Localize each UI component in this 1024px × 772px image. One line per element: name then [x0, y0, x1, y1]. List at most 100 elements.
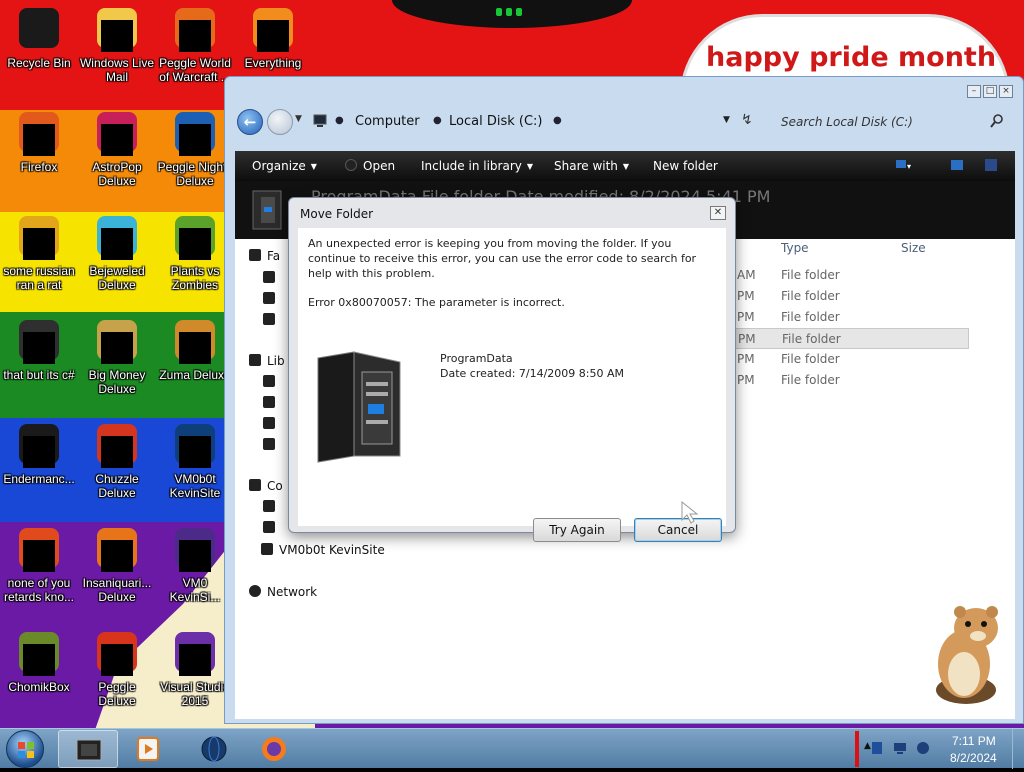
file-row[interactable]: AM File folder	[731, 265, 969, 286]
show-desktop-button[interactable]	[1012, 729, 1024, 769]
redaction-box	[179, 436, 211, 468]
search-input[interactable]: Search Local Disk (C:)	[773, 110, 1013, 134]
dialog-close-button[interactable]: ✕	[710, 206, 726, 220]
refresh-icon[interactable]: ↯	[741, 112, 753, 128]
desktop-icon[interactable]: Firefox	[0, 110, 78, 174]
breadcrumb-separator-icon[interactable]: ●	[553, 115, 562, 126]
try-again-button[interactable]: Try Again	[533, 518, 621, 542]
library-item-icon[interactable]	[263, 417, 275, 429]
desktop-icon[interactable]: ChomikBox	[0, 630, 78, 694]
desktop-icon[interactable]: Zuma Deluxe	[156, 318, 234, 382]
drive-icon[interactable]	[263, 521, 275, 533]
computer-icon	[313, 114, 327, 127]
desktop-icon[interactable]: Big Money Deluxe	[78, 318, 156, 396]
include-in-library-menu[interactable]: Include in library ▼	[421, 159, 533, 173]
desktop-icon-label: Endermanc...	[3, 472, 75, 486]
change-view-icon[interactable]: ▾	[895, 158, 911, 172]
open-button[interactable]: Open	[363, 159, 395, 173]
network-status-icon[interactable]	[893, 741, 907, 755]
minimize-button[interactable]: –	[967, 85, 981, 98]
share-with-menu[interactable]: Share with ▼	[554, 159, 629, 173]
file-row[interactable]: PM File folder	[731, 328, 969, 349]
desktop-icon[interactable]: Chuzzle Deluxe	[78, 422, 156, 500]
app-icon	[93, 110, 141, 158]
desktop-icon[interactable]: VM0b0t KevinSite	[156, 422, 234, 500]
breadcrumb-local-disk[interactable]: Local Disk (C:)	[449, 114, 542, 129]
tray-app-icon[interactable]	[870, 741, 884, 755]
cancel-button[interactable]: Cancel	[634, 518, 722, 542]
preview-pane-icon[interactable]	[949, 158, 965, 172]
close-button[interactable]: ×	[999, 85, 1013, 98]
breadcrumb-computer[interactable]: Computer	[355, 114, 420, 129]
clock-time[interactable]: 7:11 PM	[952, 734, 996, 748]
app-icon	[93, 630, 141, 678]
globe-icon	[201, 736, 227, 762]
file-row[interactable]: PM File folder	[731, 307, 969, 328]
back-button[interactable]: ←	[237, 109, 263, 135]
new-folder-button[interactable]: New folder	[653, 159, 718, 173]
desktop-icon[interactable]: Plants vs Zombies	[156, 214, 234, 292]
favorites-item-icon[interactable]	[263, 313, 275, 325]
desktop-icon[interactable]: Everything	[234, 6, 312, 70]
app-icon	[93, 422, 141, 470]
drive-icon[interactable]	[263, 500, 275, 512]
library-item-icon[interactable]	[263, 375, 275, 387]
taskbar-firefox[interactable]	[244, 730, 304, 768]
maximize-button[interactable]: □	[983, 85, 997, 98]
file-date-suffix: PM	[737, 373, 755, 387]
nav-kevinsite[interactable]: VM0b0t KevinSite	[261, 543, 385, 557]
file-row[interactable]: PM File folder	[731, 349, 969, 370]
taskbar-explorer[interactable]	[58, 730, 118, 768]
breadcrumb-separator-icon[interactable]: ●	[335, 115, 344, 126]
favorites-item-icon[interactable]	[263, 292, 275, 304]
address-bar[interactable]: ● Computer ● Local Disk (C:) ●	[309, 110, 729, 134]
favorites-item-icon[interactable]	[263, 271, 275, 283]
help-icon[interactable]	[983, 158, 999, 172]
organize-menu[interactable]: Organize ▼	[252, 159, 317, 173]
desktop-icon[interactable]: VM0 KevinSi...	[156, 526, 234, 604]
desktop-icon[interactable]: Peggle World of Warcraft ...	[156, 6, 234, 84]
redaction-box	[23, 124, 55, 156]
taskbar-media-player[interactable]	[118, 730, 178, 768]
clock-date[interactable]: 8/2/2024	[950, 751, 997, 765]
file-type: File folder	[781, 373, 840, 387]
desktop-icon[interactable]: Endermanc...	[0, 422, 78, 486]
desktop-icon[interactable]: Windows Live Mail	[78, 6, 156, 84]
desktop-icon[interactable]: some russian ran a rat	[0, 214, 78, 292]
desktop-icon[interactable]: none of you retards kno...	[0, 526, 78, 604]
redaction-box	[101, 644, 133, 676]
history-dropdown-icon[interactable]: ▼	[295, 114, 302, 124]
taskbar: ▲ 7:11 PM 8/2/2024	[0, 728, 1024, 769]
forward-button[interactable]	[267, 109, 293, 135]
move-folder-dialog: Move Folder ✕ An unexpected error is kee…	[288, 197, 736, 542]
desktop-icon[interactable]: Bejeweled Deluxe	[78, 214, 156, 292]
desktop-icon[interactable]: Recycle Bin	[0, 6, 78, 70]
redaction-box	[23, 644, 55, 676]
column-header-type[interactable]: Type	[781, 241, 809, 255]
desktop-icon[interactable]: Peggle Nights Deluxe	[156, 110, 234, 188]
column-header-size[interactable]: Size	[901, 241, 926, 255]
desktop-icon[interactable]: that but its c#	[0, 318, 78, 382]
redaction-box	[179, 332, 211, 364]
volume-icon[interactable]	[916, 741, 930, 755]
start-button[interactable]	[6, 730, 44, 768]
desktop-icon[interactable]: Visual Studio 2015	[156, 630, 234, 708]
nav-computer[interactable]: Co	[249, 479, 283, 493]
taskbar-network-app[interactable]	[184, 730, 244, 768]
breadcrumb-separator-icon[interactable]: ●	[433, 115, 442, 126]
nav-network[interactable]: Network	[249, 585, 317, 599]
file-row[interactable]: PM File folder	[731, 286, 969, 307]
desktop-icon-label: Recycle Bin	[7, 56, 71, 70]
desktop-icon[interactable]: Peggle Deluxe	[78, 630, 156, 708]
library-item-icon[interactable]	[263, 396, 275, 408]
address-dropdown-icon[interactable]: ▼	[723, 115, 730, 125]
nav-libraries[interactable]: Lib	[249, 354, 285, 368]
search-icon[interactable]	[989, 113, 1005, 129]
desktop-icon[interactable]: Insaniquari... Deluxe	[78, 526, 156, 604]
nav-favorites[interactable]: Fa	[249, 249, 280, 263]
redaction-box	[101, 124, 133, 156]
desktop-icon[interactable]: AstroPop Deluxe	[78, 110, 156, 188]
library-item-icon[interactable]	[263, 438, 275, 450]
file-row[interactable]: PM File folder	[731, 370, 969, 391]
notch-light	[496, 8, 502, 16]
